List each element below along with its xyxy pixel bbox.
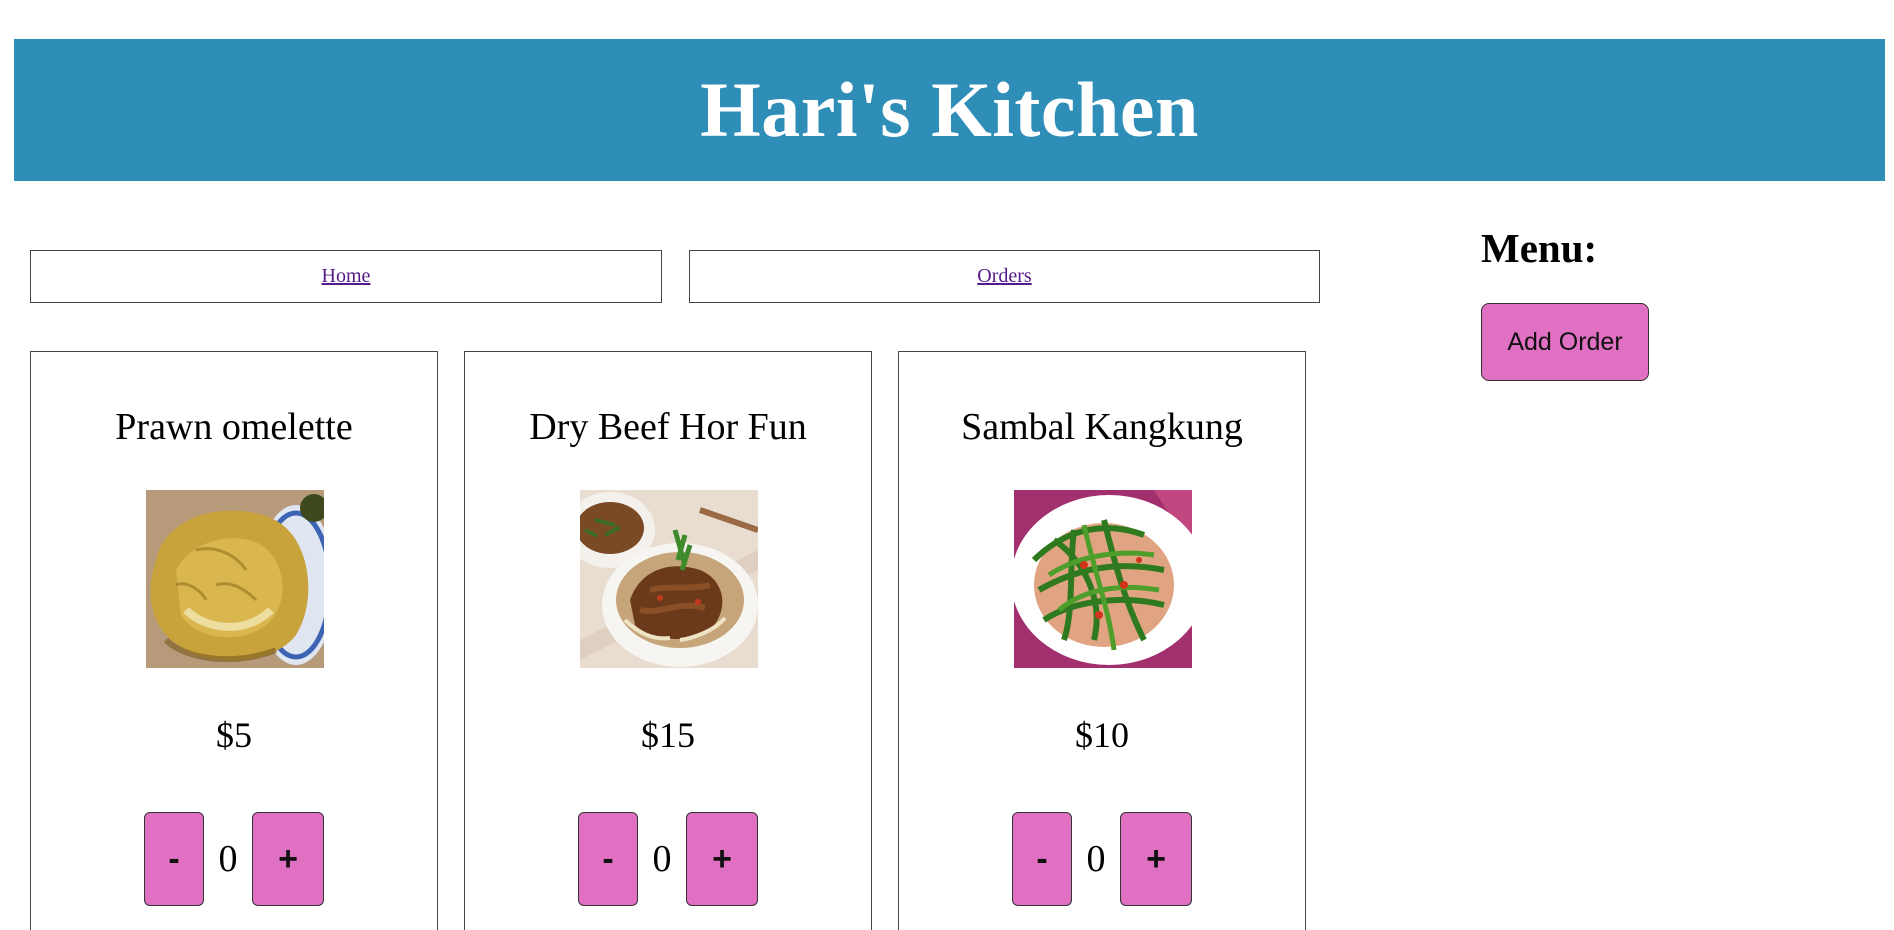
add-order-button[interactable]: Add Order (1481, 303, 1649, 381)
quantity-value: 0 (218, 838, 238, 880)
nav-home: Home (30, 250, 662, 303)
increment-button[interactable]: + (252, 812, 324, 906)
dish-price: $10 (1075, 715, 1129, 755)
dish-price: $5 (216, 715, 252, 755)
dish-name: Prawn omelette (115, 406, 353, 448)
increment-button[interactable]: + (1120, 812, 1192, 906)
dish-name: Sambal Kangkung (961, 406, 1243, 448)
quantity-value: 0 (652, 838, 672, 880)
quantity-value: 0 (1086, 838, 1106, 880)
nav-orders: Orders (689, 250, 1320, 303)
decrement-button[interactable]: - (1012, 812, 1072, 906)
beef-noodles-photo (580, 490, 758, 668)
menu-heading: Menu: (1481, 225, 1598, 271)
kangkung-photo (1014, 490, 1192, 668)
menu-card: Sambal Kangkung $10 - 0 + (898, 351, 1306, 930)
dish-price: $15 (641, 715, 695, 755)
dish-image (1014, 490, 1192, 668)
decrement-button[interactable]: - (578, 812, 638, 906)
dish-image (580, 490, 758, 668)
quantity-stepper: - 0 + (899, 812, 1305, 906)
menu-card: Prawn omelette $5 - 0 + (30, 351, 438, 930)
nav-link-home[interactable]: Home (322, 265, 371, 288)
dish-image (146, 490, 324, 668)
header-banner: Hari's Kitchen (14, 39, 1885, 181)
quantity-stepper: - 0 + (31, 812, 437, 906)
quantity-stepper: - 0 + (465, 812, 871, 906)
omelette-photo (146, 490, 324, 668)
decrement-button[interactable]: - (144, 812, 204, 906)
page-title: Hari's Kitchen (700, 66, 1199, 153)
dish-name: Dry Beef Hor Fun (529, 406, 807, 448)
increment-button[interactable]: + (686, 812, 758, 906)
menu-card: Dry Beef Hor Fun $15 - 0 + (464, 351, 872, 930)
nav-link-orders[interactable]: Orders (977, 265, 1031, 288)
